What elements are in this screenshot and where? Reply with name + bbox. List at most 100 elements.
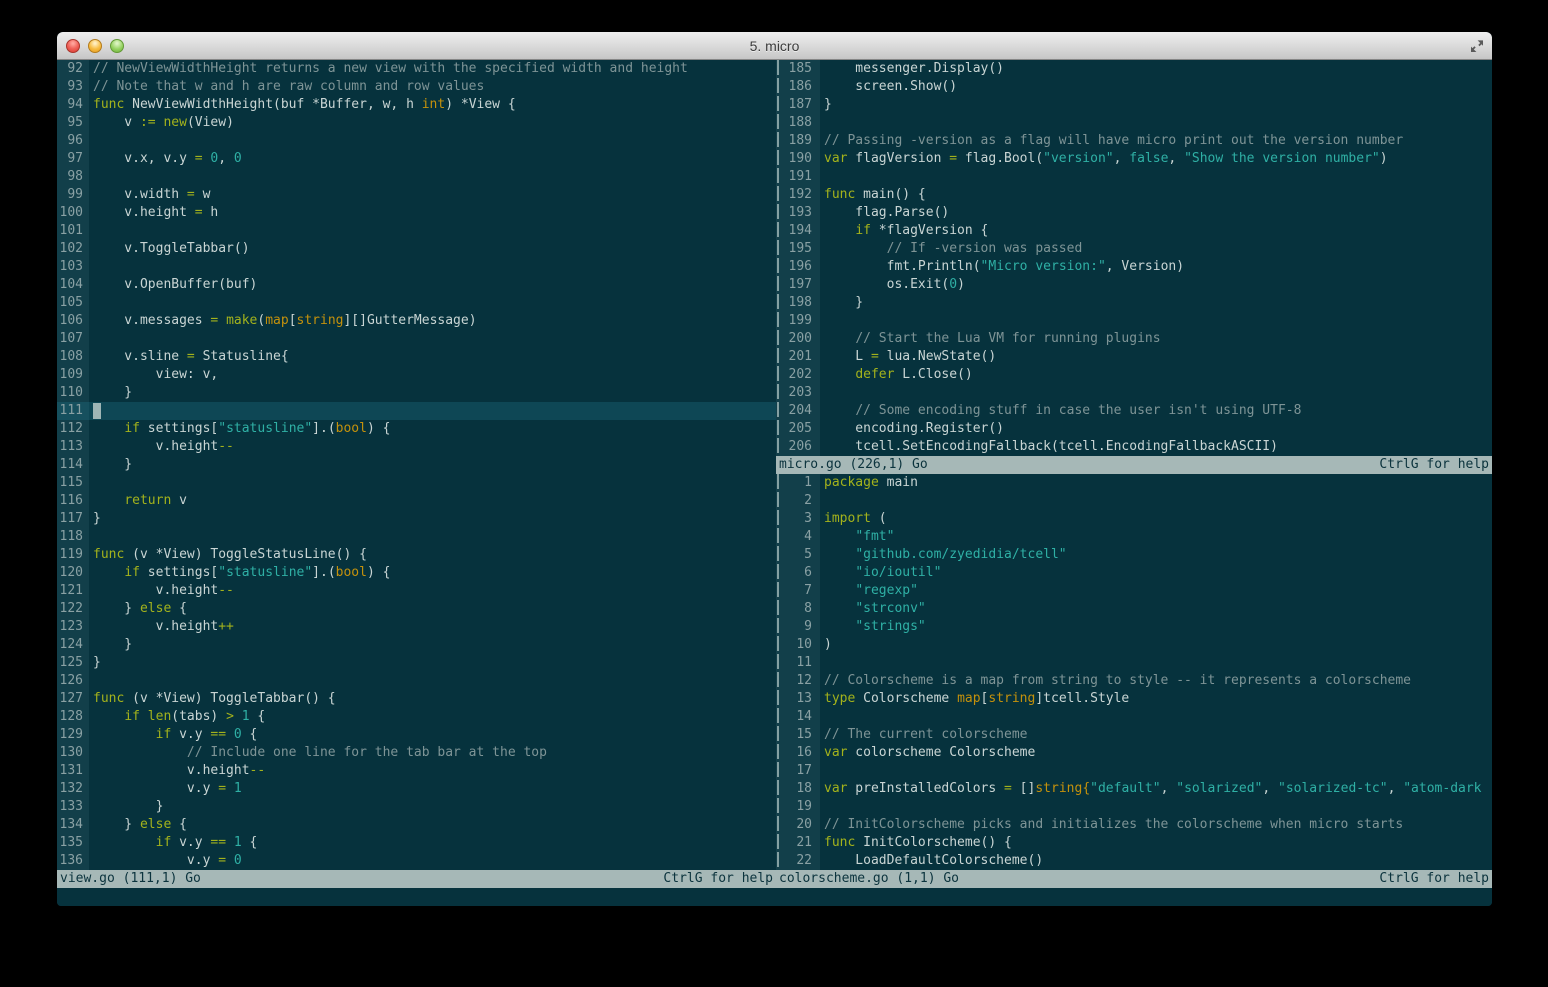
code-line[interactable]: 103 [57,258,776,276]
code-line[interactable]: 190 var flagVersion = flag.Bool("version"… [776,150,1492,168]
editor-pane-view-go[interactable]: 92 // NewViewWidthHeight returns a new vi… [57,60,776,870]
code-line[interactable]: 7 "regexp" [776,582,1492,600]
code-line[interactable]: 99 v.width = w [57,186,776,204]
code-line[interactable]: 124 } [57,636,776,654]
code-line[interactable]: 19 [776,798,1492,816]
code-line[interactable]: 199 [776,312,1492,330]
code-line[interactable]: 133 } [57,798,776,816]
line-number: 102 [57,240,89,258]
code-line[interactable]: 197 os.Exit(0) [776,276,1492,294]
code-line[interactable]: 97 v.x, v.y = 0, 0 [57,150,776,168]
code-line[interactable]: 92 // NewViewWidthHeight returns a new vi… [57,60,776,78]
code-line[interactable]: 1 package main [776,474,1492,492]
code-line[interactable]: 202 defer L.Close() [776,366,1492,384]
code-line[interactable]: 132 v.y = 1 [57,780,776,798]
code-line[interactable]: 13 type Colorscheme map[string]tcell.Styl… [776,690,1492,708]
code-text: } [93,385,133,400]
code-line[interactable]: 126 [57,672,776,690]
code-line[interactable]: 3 import ( [776,510,1492,528]
code-line[interactable]: 203 [776,384,1492,402]
editor-pane-micro-go[interactable]: 185 messenger.Display() 186 screen.Show()… [776,60,1492,456]
code-line[interactable]: 21 func InitColorscheme() { [776,834,1492,852]
code-line[interactable]: 12 // Colorscheme is a map from string to… [776,672,1492,690]
code-line[interactable]: 104 v.OpenBuffer(buf) [57,276,776,294]
code-line[interactable]: 136 v.y = 0 [57,852,776,870]
code-line[interactable]: 120 if settings["statusline"].(bool) { [57,564,776,582]
code-line[interactable]: 98 [57,168,776,186]
code-line[interactable]: 2 [776,492,1492,510]
code-line[interactable]: 14 [776,708,1492,726]
code-line[interactable]: 185 messenger.Display() [776,60,1492,78]
code-text: func InitColorscheme() { [824,835,1012,850]
title-bar[interactable]: 5. micro [57,32,1492,60]
code-line[interactable]: 107 [57,330,776,348]
code-line[interactable]: 129 if v.y == 0 { [57,726,776,744]
code-line[interactable]: 10) [776,636,1492,654]
code-line[interactable]: 102 v.ToggleTabbar() [57,240,776,258]
code-line[interactable]: 113 v.height-- [57,438,776,456]
code-line[interactable]: 17 [776,762,1492,780]
code-line[interactable]: 131 v.height-- [57,762,776,780]
code-line[interactable]: 114 } [57,456,776,474]
code-line[interactable]: 100 v.height = h [57,204,776,222]
code-line[interactable]: 111 [57,402,776,420]
code-line[interactable]: 193 flag.Parse() [776,204,1492,222]
code-line[interactable]: 106 v.messages = make(map[string][]Gutte… [57,312,776,330]
code-line[interactable]: 112 if settings["statusline"].(bool) { [57,420,776,438]
code-line[interactable]: 121 v.height-- [57,582,776,600]
code-line[interactable]: 127 func (v *View) ToggleTabbar() { [57,690,776,708]
code-line[interactable]: 128 if len(tabs) > 1 { [57,708,776,726]
code-line[interactable]: 195 // If -version was passed [776,240,1492,258]
code-line[interactable]: 95 v := new(View) [57,114,776,132]
code-line[interactable]: 105 [57,294,776,312]
code-line[interactable]: 16 var colorscheme Colorscheme [776,744,1492,762]
code-line[interactable]: 196 fmt.Println("Micro version:", Versio… [776,258,1492,276]
code-line[interactable]: 189 // Passing -version as a flag will ha… [776,132,1492,150]
code-line[interactable]: 110 } [57,384,776,402]
code-line[interactable]: 109 view: v, [57,366,776,384]
code-line[interactable]: 134 } else { [57,816,776,834]
code-line[interactable]: 194 if *flagVersion { [776,222,1492,240]
code-line[interactable]: 93 // Note that w and h are raw column an… [57,78,776,96]
code-line[interactable]: 118 [57,528,776,546]
code-line[interactable]: 204 // Some encoding stuff in case the u… [776,402,1492,420]
zoom-button[interactable] [110,38,124,53]
code-line[interactable]: 115 [57,474,776,492]
code-line[interactable]: 117} [57,510,776,528]
code-line[interactable]: 188 [776,114,1492,132]
fullscreen-button[interactable] [1469,38,1485,54]
code-line[interactable]: 96 [57,132,776,150]
code-line[interactable]: 116 return v [57,492,776,510]
code-line[interactable]: 11 [776,654,1492,672]
editor-pane-colorscheme-go[interactable]: 1 package main 2 3 import (4 "fmt" 5 "github.… [776,474,1492,870]
code-line[interactable]: 108 v.sline = Statusline{ [57,348,776,366]
code-line[interactable]: 130 // Include one line for the tab bar … [57,744,776,762]
code-line[interactable]: 119 func (v *View) ToggleStatusLine() { [57,546,776,564]
code-line[interactable]: 206 tcell.SetEncodingFallback(tcell.Enco… [776,438,1492,456]
code-line[interactable]: 20 // InitColorscheme picks and initializ… [776,816,1492,834]
close-button[interactable] [66,38,80,53]
code-line[interactable]: 101 [57,222,776,240]
code-line[interactable]: 198 } [776,294,1492,312]
code-line[interactable]: 201 L = lua.NewState() [776,348,1492,366]
code-line[interactable]: 4 "fmt" [776,528,1492,546]
code-line[interactable]: 186 screen.Show() [776,78,1492,96]
code-line[interactable]: 187} [776,96,1492,114]
code-line[interactable]: 9 "strings" [776,618,1492,636]
code-line[interactable]: 6 "io/ioutil" [776,564,1492,582]
code-line[interactable]: 123 v.height++ [57,618,776,636]
code-line[interactable]: 191 [776,168,1492,186]
code-line[interactable]: 22 LoadDefaultColorscheme() [776,852,1492,870]
code-line[interactable]: 94 func NewViewWidthHeight(buf *Buffer, w… [57,96,776,114]
code-line[interactable]: 200 // Start the Lua VM for running plug… [776,330,1492,348]
code-line[interactable]: 135 if v.y == 1 { [57,834,776,852]
code-line[interactable]: 122 } else { [57,600,776,618]
code-line[interactable]: 125} [57,654,776,672]
code-line[interactable]: 18 var preInstalledColors = []string{"def… [776,780,1492,798]
code-line[interactable]: 205 encoding.Register() [776,420,1492,438]
code-line[interactable]: 15 // The current colorscheme [776,726,1492,744]
code-line[interactable]: 5 "github.com/zyedidia/tcell" [776,546,1492,564]
code-line[interactable]: 8 "strconv" [776,600,1492,618]
code-line[interactable]: 192 func main() { [776,186,1492,204]
minimize-button[interactable] [88,38,102,53]
